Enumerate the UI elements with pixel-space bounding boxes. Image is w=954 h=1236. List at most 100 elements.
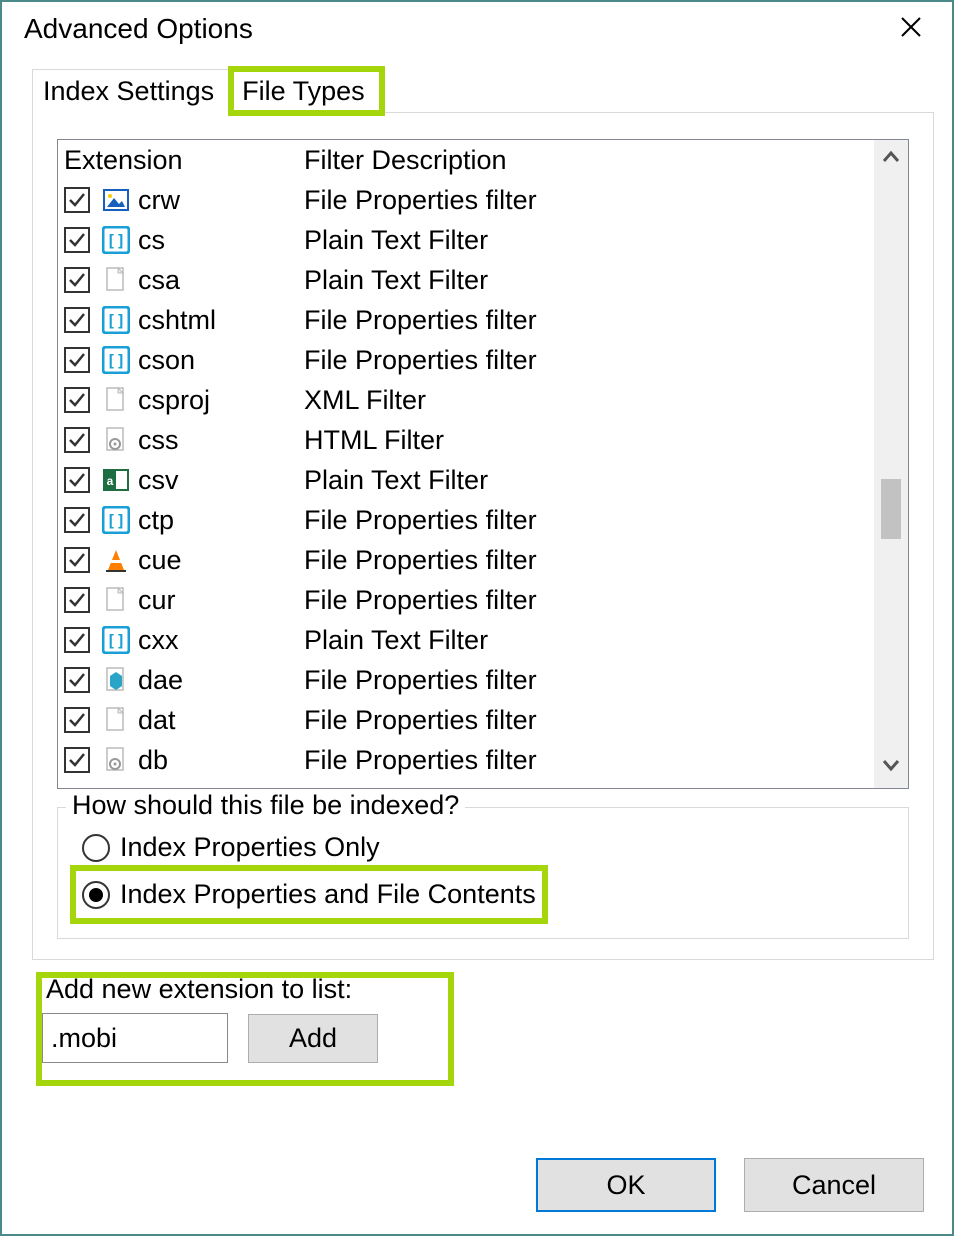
filter-description: File Properties filter	[304, 340, 874, 380]
row-checkbox[interactable]	[64, 627, 90, 653]
extension-text: db	[138, 740, 168, 780]
list-header: Extension Filter Description	[58, 140, 874, 180]
row-checkbox[interactable]	[64, 667, 90, 693]
filter-description: File Properties filter	[304, 740, 874, 780]
extension-text: dae	[138, 660, 183, 700]
row-checkbox[interactable]	[64, 227, 90, 253]
filter-description: File Properties filter	[304, 700, 874, 740]
filter-description: Plain Text Filter	[304, 260, 874, 300]
row-checkbox[interactable]	[64, 507, 90, 533]
index-mode-group: How should this file be indexed? Index P…	[57, 807, 909, 939]
radio-label: Index Properties and File Contents	[120, 879, 536, 910]
radio-properties-and-contents[interactable]: Index Properties and File Contents	[78, 873, 540, 916]
filter-description: Plain Text Filter	[304, 220, 874, 260]
scroll-down-icon[interactable]	[880, 754, 902, 782]
group-legend: How should this file be indexed?	[66, 790, 465, 821]
row-checkbox[interactable]	[64, 747, 90, 773]
extension-text: cson	[138, 340, 195, 380]
row-checkbox[interactable]	[64, 547, 90, 573]
close-button[interactable]	[890, 12, 932, 46]
file-type-icon	[102, 346, 130, 374]
row-checkbox[interactable]	[64, 467, 90, 493]
table-row[interactable]: cur File Properties filter	[58, 580, 874, 620]
row-checkbox[interactable]	[64, 387, 90, 413]
file-type-icon	[102, 226, 130, 254]
table-row[interactable]: crw File Properties filter	[58, 180, 874, 220]
file-type-icon	[102, 546, 130, 574]
file-type-icon	[102, 386, 130, 414]
file-type-icon	[102, 506, 130, 534]
file-type-list: Extension Filter Description crw File Pro…	[57, 139, 909, 789]
radio-icon	[82, 834, 110, 862]
extension-text: cur	[138, 580, 176, 620]
row-checkbox[interactable]	[64, 427, 90, 453]
table-row[interactable]: csproj XML Filter	[58, 380, 874, 420]
table-row[interactable]: cshtml File Properties filter	[58, 300, 874, 340]
row-checkbox[interactable]	[64, 587, 90, 613]
titlebar: Advanced Options	[2, 2, 952, 56]
extension-text: cue	[138, 540, 182, 580]
file-type-icon	[102, 186, 130, 214]
cancel-button[interactable]: Cancel	[744, 1158, 924, 1212]
file-type-icon	[102, 266, 130, 294]
file-type-icon	[102, 306, 130, 334]
radio-icon	[82, 881, 110, 909]
scroll-thumb[interactable]	[881, 479, 901, 539]
filter-description: Plain Text Filter	[304, 620, 874, 660]
file-type-icon	[102, 466, 130, 494]
filter-description: File Properties filter	[304, 540, 874, 580]
table-row[interactable]: cue File Properties filter	[58, 540, 874, 580]
filter-description: Plain Text Filter	[304, 460, 874, 500]
col-header-extension[interactable]: Extension	[64, 140, 304, 180]
file-type-icon	[102, 586, 130, 614]
row-checkbox[interactable]	[64, 267, 90, 293]
table-row[interactable]: css HTML Filter	[58, 420, 874, 460]
filter-description: File Properties filter	[304, 300, 874, 340]
extension-text: csa	[138, 260, 180, 300]
table-row[interactable]: cs Plain Text Filter	[58, 220, 874, 260]
extension-text: cxx	[138, 620, 179, 660]
file-type-icon	[102, 666, 130, 694]
extension-text: csproj	[138, 380, 210, 420]
row-checkbox[interactable]	[64, 307, 90, 333]
filter-description: XML Filter	[304, 380, 874, 420]
radio-label: Index Properties Only	[120, 832, 380, 863]
ok-button[interactable]: OK	[536, 1158, 716, 1212]
extension-text: dat	[138, 700, 176, 740]
table-row[interactable]: dat File Properties filter	[58, 700, 874, 740]
dialog-buttons: OK Cancel	[536, 1158, 924, 1212]
tab-index-settings[interactable]: Index Settings	[32, 69, 231, 113]
extension-text: cshtml	[138, 300, 216, 340]
file-type-icon	[102, 706, 130, 734]
table-row[interactable]: cxx Plain Text Filter	[58, 620, 874, 660]
table-row[interactable]: cson File Properties filter	[58, 340, 874, 380]
extension-text: css	[138, 420, 179, 460]
tabstrip: Index Settings File Types	[32, 68, 934, 113]
extension-text: cs	[138, 220, 165, 260]
tab-file-types[interactable]: File Types	[231, 69, 382, 113]
row-checkbox[interactable]	[64, 347, 90, 373]
table-row[interactable]: dae File Properties filter	[58, 660, 874, 700]
scrollbar[interactable]	[874, 140, 908, 788]
extension-input[interactable]	[42, 1013, 228, 1063]
radio-properties-only[interactable]: Index Properties Only	[78, 826, 888, 869]
file-type-icon	[102, 746, 130, 774]
col-header-description[interactable]: Filter Description	[304, 140, 874, 180]
extension-text: csv	[138, 460, 179, 500]
add-extension-label: Add new extension to list:	[46, 974, 934, 1005]
filter-description: File Properties filter	[304, 180, 874, 220]
file-type-icon	[102, 626, 130, 654]
filter-description: File Properties filter	[304, 580, 874, 620]
add-button[interactable]: Add	[248, 1014, 378, 1063]
filter-description: File Properties filter	[304, 500, 874, 540]
filter-description: File Properties filter	[304, 660, 874, 700]
row-checkbox[interactable]	[64, 187, 90, 213]
table-row[interactable]: csv Plain Text Filter	[58, 460, 874, 500]
filter-description: HTML Filter	[304, 420, 874, 460]
extension-text: crw	[138, 180, 180, 220]
scroll-up-icon[interactable]	[880, 146, 902, 174]
table-row[interactable]: csa Plain Text Filter	[58, 260, 874, 300]
table-row[interactable]: ctpFile Properties filter	[58, 500, 874, 540]
row-checkbox[interactable]	[64, 707, 90, 733]
table-row[interactable]: db File Properties filter	[58, 740, 874, 780]
